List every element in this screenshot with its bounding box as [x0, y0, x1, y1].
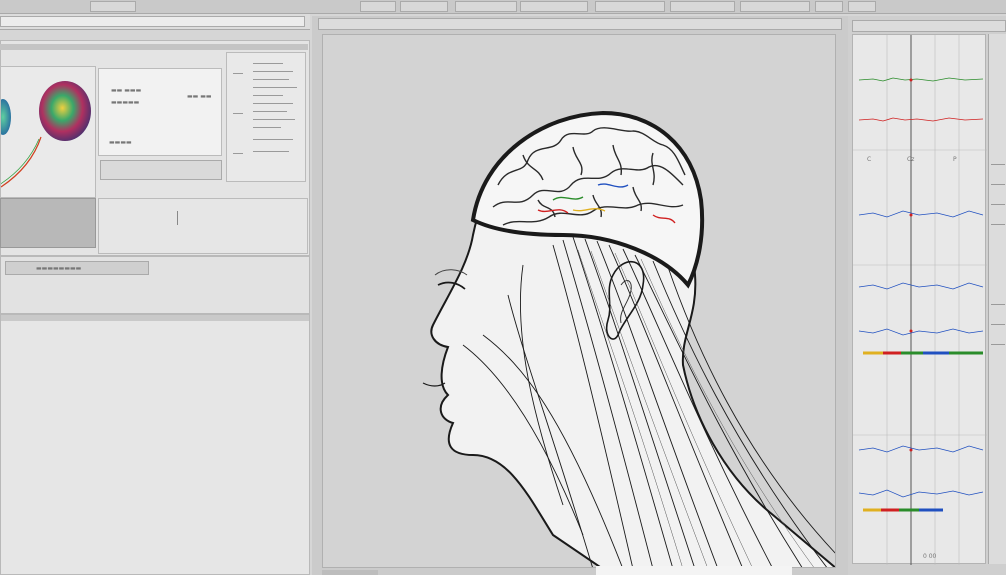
orb-graphic [1, 81, 91, 188]
toolbar-button-6[interactable] [595, 1, 665, 12]
sidebar-line [253, 151, 289, 152]
toolbar-button-5[interactable] [520, 1, 588, 12]
axis-label-2: Cz [907, 156, 915, 163]
axis-label-1: C [867, 156, 872, 163]
waveform-scrollbar[interactable] [988, 34, 1006, 564]
scroll-tick [991, 184, 1005, 185]
sidebar-line [253, 95, 283, 96]
waveform-panel[interactable]: C Cz P 0 00 [852, 34, 987, 565]
preview-sidebar [226, 52, 306, 182]
preview-line-2: ▬▬▬▬▬ [111, 99, 140, 106]
preview-line-4: ▬▬▬▬ [109, 139, 132, 146]
toolbar-button-8[interactable] [740, 1, 810, 12]
scroll-tick [991, 164, 1005, 165]
preview-progress-bar [100, 160, 222, 180]
toolbar-button-10[interactable] [848, 1, 876, 12]
scroll-tick [991, 344, 1005, 345]
waveform-footer: 0 00 [923, 553, 937, 560]
bottom-panel-header [1, 315, 309, 321]
scroll-tick [991, 224, 1005, 225]
left-status-bar: ▬▬▬▬▬▬▬▬ [0, 256, 310, 314]
toolbar-button-9[interactable] [815, 1, 843, 12]
sidebar-line [253, 79, 289, 80]
orb-thumbnail[interactable] [0, 66, 96, 198]
eeg-waveforms [853, 35, 987, 565]
left-preview-header [0, 44, 308, 50]
sidebar-line [253, 139, 293, 140]
preview-line-3: ▬▬ ▬▬ [187, 93, 212, 100]
sidebar-line [233, 113, 243, 114]
toolbar-button-2[interactable] [360, 1, 396, 12]
sidebar-line [253, 71, 293, 72]
preview-info-box: ▬▬ ▬▬▬ ▬▬▬▬▬ ▬▬ ▬▬ ▬▬▬▬ [98, 68, 222, 156]
status-field[interactable]: ▬▬▬▬▬▬▬▬ [5, 261, 149, 275]
left-mid-box [98, 198, 308, 254]
left-tab[interactable] [0, 16, 305, 27]
scroll-tick [991, 304, 1005, 305]
head-brain-illustration [422, 110, 835, 567]
sidebar-line [233, 153, 243, 154]
sidebar-line [253, 127, 281, 128]
sidebar-line [253, 111, 287, 112]
preview-line-1: ▬▬ ▬▬▬ [111, 87, 142, 94]
left-bottom-panel [0, 314, 310, 575]
sidebar-line [253, 63, 283, 64]
sidebar-line [253, 87, 297, 88]
toolbar-button-7[interactable] [670, 1, 735, 12]
sidebar-line [233, 73, 243, 74]
axis-label-3: P [953, 156, 957, 163]
sidebar-line [253, 119, 295, 120]
sidebar-line [253, 103, 293, 104]
viewer-footer-tab[interactable] [322, 570, 378, 575]
waveform-panel-header [852, 20, 1006, 32]
status-text: ▬▬▬▬▬▬▬▬ [36, 265, 82, 272]
scroll-tick [991, 204, 1005, 205]
viewer-canvas[interactable] [322, 34, 836, 568]
left-dark-strip [0, 198, 96, 248]
cursor-mark [177, 211, 178, 225]
scroll-tick [991, 324, 1005, 325]
viewer-footer-highlight [596, 566, 792, 575]
toolbar-button-4[interactable] [455, 1, 517, 12]
viewer-header [318, 18, 842, 30]
toolbar-button-1[interactable] [90, 1, 136, 12]
toolbar-button-3[interactable] [400, 1, 448, 12]
